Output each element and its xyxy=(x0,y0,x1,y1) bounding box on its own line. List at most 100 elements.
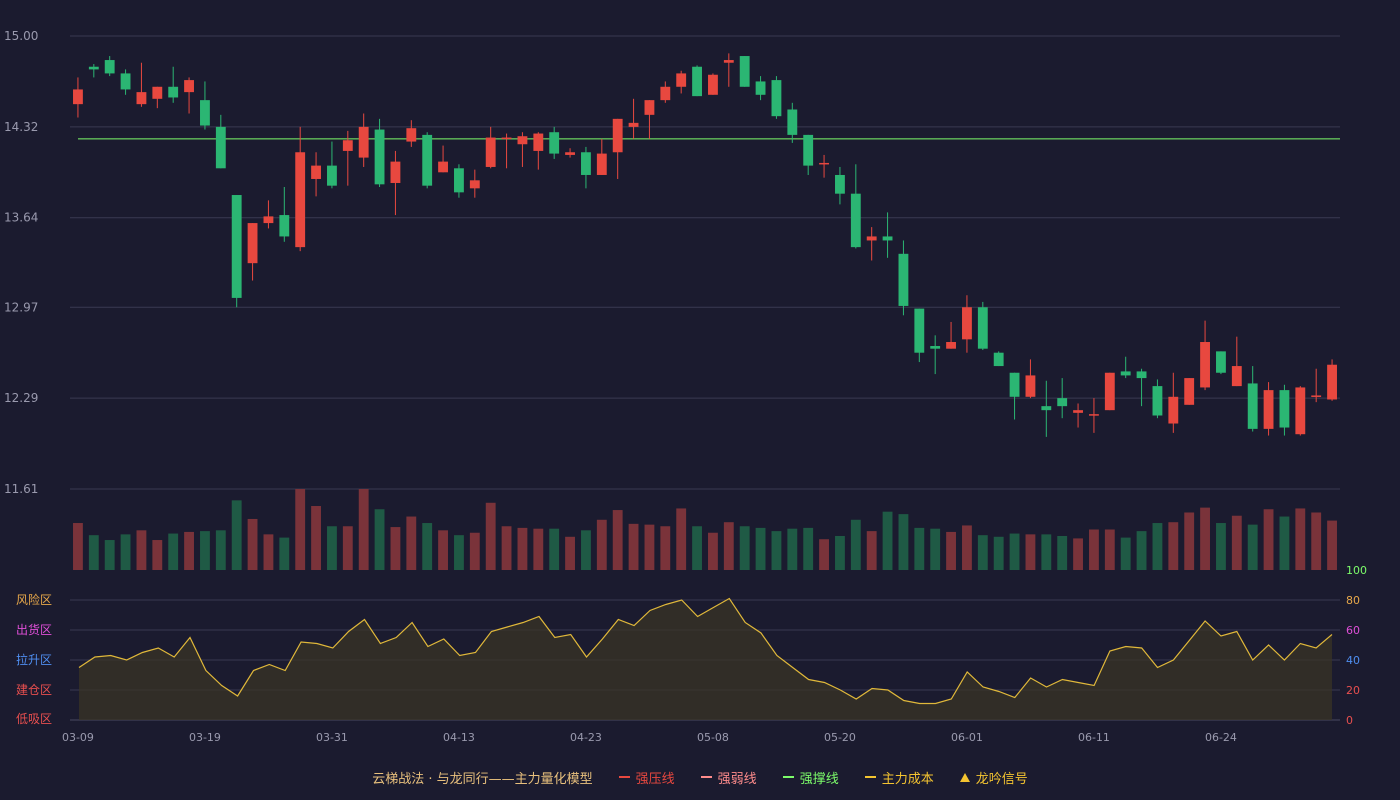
candle-body xyxy=(850,193,861,248)
volume-bar xyxy=(1104,529,1115,570)
volume-bar xyxy=(1184,512,1195,570)
candle-body xyxy=(406,128,417,142)
volume-bar xyxy=(215,530,226,570)
volume-bar xyxy=(898,514,909,570)
candle-body xyxy=(1295,387,1306,435)
volume-bar xyxy=(882,511,893,570)
volume-bar xyxy=(358,489,369,570)
volume-bar xyxy=(517,527,528,570)
legend-swatch xyxy=(618,776,630,778)
legend: 云梯战法 · 与龙同行——主力量化模型 强压线 强弱线 强撑线 主力成本 龙吟信… xyxy=(0,766,1400,788)
candle-body xyxy=(1089,414,1099,416)
candle-body xyxy=(549,132,560,154)
volume-bar xyxy=(596,519,607,570)
volume-bar xyxy=(612,510,623,570)
volume-bar xyxy=(485,502,496,570)
legend-title-text: 云梯战法 · 与龙同行——主力量化模型 xyxy=(372,771,593,787)
volume-bar xyxy=(660,526,671,570)
osc-tick-label: 0 xyxy=(1346,714,1353,727)
candlestick-series xyxy=(73,53,1337,437)
volume-bar xyxy=(438,530,448,570)
x-tick-label: 05-20 xyxy=(824,731,856,744)
candle-body xyxy=(708,74,718,95)
legend-label: 强弱线 xyxy=(717,771,757,787)
volume-bar xyxy=(1327,520,1337,570)
candle-body xyxy=(1263,390,1274,429)
candle-body xyxy=(263,216,274,224)
candle-body xyxy=(739,56,750,87)
zone-label: 风险区 xyxy=(16,592,52,607)
volume-bar xyxy=(533,528,544,570)
x-tick-label: 06-01 xyxy=(951,731,983,744)
candle-body xyxy=(342,140,353,151)
legend-label: 主力成本 xyxy=(881,771,934,787)
volume-bar xyxy=(374,509,385,570)
zone-label: 低吸区 xyxy=(16,712,52,726)
candle-body xyxy=(247,223,258,264)
volume-bar xyxy=(1041,534,1052,570)
volume-bar xyxy=(1120,537,1131,570)
candle-body xyxy=(327,165,337,186)
osc-tick-label: 100 xyxy=(1346,564,1367,577)
candle-body xyxy=(501,137,512,140)
candle-body xyxy=(644,100,655,115)
zone-labels: 风险区出货区拉升区建仓区低吸区 xyxy=(16,592,52,726)
volume-bar xyxy=(739,526,750,570)
volume-bar xyxy=(136,530,147,570)
candle-body xyxy=(295,152,306,248)
osc-tick-label: 80 xyxy=(1346,594,1360,607)
volume-bar xyxy=(311,506,321,570)
candle-body xyxy=(993,352,1004,367)
candle-body xyxy=(581,152,591,175)
price-grid xyxy=(70,35,1340,490)
candle-body xyxy=(819,162,829,165)
candle-body xyxy=(1120,371,1131,376)
volume-bar xyxy=(803,527,814,570)
candle-body xyxy=(200,100,210,126)
candle-body xyxy=(962,307,972,340)
volume-bar xyxy=(787,528,798,570)
candle-body xyxy=(88,66,99,70)
candle-body xyxy=(565,152,575,155)
legend-swatch xyxy=(864,776,876,778)
legend-item-support-line[interactable]: 强撑线 xyxy=(782,768,839,787)
price-tick-label: 13.64 xyxy=(4,211,38,225)
candle-body xyxy=(596,153,607,175)
legend-item-dragon-signal[interactable]: 龙吟信号 xyxy=(959,768,1028,787)
zone-label: 出货区 xyxy=(16,622,52,637)
legend-item-strength-line[interactable]: 强弱线 xyxy=(700,768,757,787)
candle-body xyxy=(1168,396,1179,424)
legend-item-pressure-line[interactable]: 强压线 xyxy=(618,768,675,787)
x-tick-label: 06-24 xyxy=(1205,731,1237,744)
candle-body xyxy=(152,86,163,99)
legend-swatch xyxy=(782,776,794,778)
x-tick-label: 05-08 xyxy=(697,731,729,744)
zone-label: 建仓区 xyxy=(16,683,52,697)
legend-item-main-cost[interactable]: 主力成本 xyxy=(864,768,934,787)
candle-body xyxy=(390,161,401,183)
candle-body xyxy=(1104,372,1115,411)
candle-body xyxy=(1184,378,1195,405)
volume-bar xyxy=(628,523,639,570)
candle-body xyxy=(73,89,83,105)
x-axis-labels: 03-09 03-19 03-31 04-13 04-23 05-08 05-20 06-01… xyxy=(62,731,1237,744)
volume-bar xyxy=(930,528,941,570)
stock-chart: 15.00 14.32 13.64 12.97 12.29 11.61 0 20 40 60 80… xyxy=(4,29,1367,744)
candle-body xyxy=(612,118,623,153)
candle-body xyxy=(1041,406,1052,411)
volume-bar xyxy=(88,535,99,570)
volume-bar xyxy=(1009,533,1020,570)
candle-body xyxy=(723,60,734,63)
candle-body xyxy=(1247,383,1258,429)
volume-bar xyxy=(1216,523,1226,570)
candle-body xyxy=(533,133,544,151)
osc-tick-label: 40 xyxy=(1346,654,1360,667)
oscillator-area-fill xyxy=(79,598,1332,720)
volume-bars xyxy=(73,489,1337,570)
volume-bar xyxy=(1279,516,1290,570)
volume-bar xyxy=(581,530,591,570)
volume-bar xyxy=(1073,538,1083,570)
candle-body xyxy=(184,80,194,93)
oscillator-axis-labels: 0 20 40 60 80 100 xyxy=(1346,564,1367,727)
candle-body xyxy=(1311,395,1322,397)
